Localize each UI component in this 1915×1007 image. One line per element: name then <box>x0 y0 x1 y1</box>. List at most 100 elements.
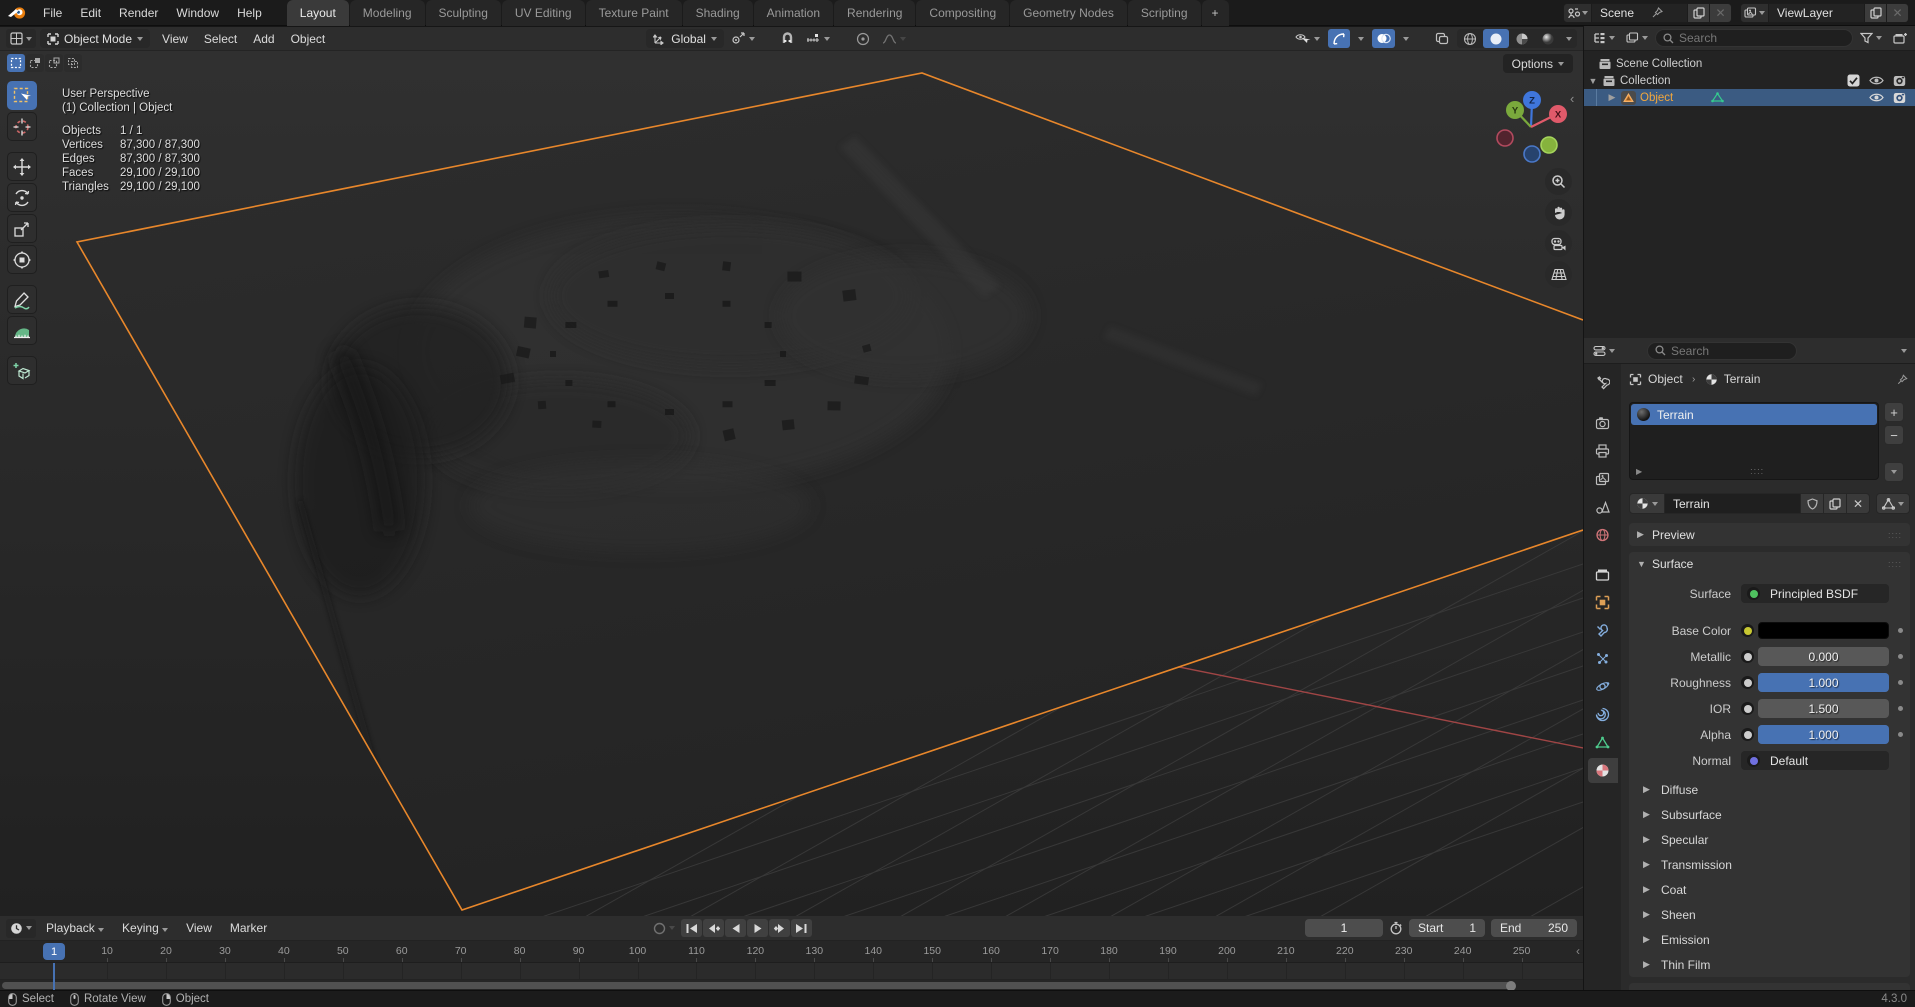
shading-solid-button[interactable] <box>1483 29 1509 48</box>
pivot-point-selector[interactable] <box>728 29 759 48</box>
outliner-search-input[interactable]: Search <box>1655 29 1853 47</box>
proportional-falloff-selector[interactable] <box>878 29 910 48</box>
timeline-view-menu[interactable]: View <box>178 921 220 935</box>
select-mode-new-button[interactable] <box>7 54 25 72</box>
tool-measure[interactable] <box>7 316 37 345</box>
current-frame-badge[interactable]: 1 <box>43 943 65 960</box>
pin-icon[interactable] <box>1897 373 1910 386</box>
tool-rotate[interactable] <box>7 183 37 212</box>
snap-settings-selector[interactable] <box>802 29 834 48</box>
surface-subpanel[interactable]: ▶Sheen <box>1629 902 1910 927</box>
new-collection-button[interactable] <box>1889 29 1911 48</box>
node-tree-button[interactable] <box>1876 493 1910 514</box>
decorator-dot[interactable] <box>1898 628 1903 633</box>
physics-tab[interactable] <box>1588 674 1618 699</box>
snap-toggle-button[interactable] <box>777 29 798 48</box>
metallic-slider[interactable]: 0.000 <box>1758 647 1889 666</box>
workspace-tab[interactable]: Scripting <box>1128 0 1201 26</box>
camera-view-button[interactable] <box>1545 230 1572 257</box>
navigation-gizmo[interactable]: Z Y X <box>1491 86 1571 166</box>
workspace-tab[interactable]: Texture Paint <box>586 0 682 26</box>
expand-chevron-icon[interactable]: ▶ <box>1607 92 1617 103</box>
select-mode-extend-button[interactable] <box>26 54 44 72</box>
gizmo-dropdown[interactable] <box>1354 29 1368 48</box>
tool-cursor[interactable] <box>7 112 37 141</box>
timeline-scrollbar[interactable] <box>0 980 1583 990</box>
play-reverse-button[interactable] <box>725 919 746 937</box>
shading-material-button[interactable] <box>1509 29 1535 48</box>
toggle-ortho-button[interactable] <box>1545 261 1572 288</box>
breadcrumb-object[interactable]: Object <box>1648 372 1683 386</box>
tool-select-box[interactable] <box>7 81 37 110</box>
data-tab[interactable] <box>1588 730 1618 755</box>
viewlayer-delete-button[interactable]: ✕ <box>1887 3 1909 23</box>
timeline-editor-selector[interactable] <box>6 919 36 938</box>
jump-to-end-button[interactable] <box>791 919 812 937</box>
auto-keying-button[interactable] <box>649 919 679 938</box>
shading-wireframe-button[interactable] <box>1457 29 1483 48</box>
transform-orientation-selector[interactable]: Global <box>646 29 724 48</box>
workspace-tab[interactable]: Modeling <box>350 0 425 26</box>
tool-tab[interactable] <box>1588 370 1618 395</box>
shading-dropdown[interactable] <box>1561 29 1577 48</box>
show-overlays-button[interactable] <box>1372 29 1395 48</box>
unlink-material-button[interactable]: ✕ <box>1847 493 1870 514</box>
surface-subpanel[interactable]: ▶Emission <box>1629 927 1910 952</box>
scene-name-field[interactable]: Scene <box>1592 3 1688 23</box>
pin-icon[interactable] <box>1652 7 1663 18</box>
start-frame-field[interactable]: Start1 <box>1409 919 1485 937</box>
outliner-display-mode-selector[interactable] <box>1589 29 1619 48</box>
select-mode-intersect-button[interactable] <box>64 54 82 72</box>
mode-selector[interactable]: Object Mode <box>40 29 150 48</box>
show-gizmo-button[interactable] <box>1328 29 1350 48</box>
ior-slider[interactable]: 1.500 <box>1758 699 1889 718</box>
decorator-dot[interactable] <box>1898 732 1903 737</box>
slot-expand-arrow[interactable]: ▶ <box>1636 467 1642 476</box>
jump-to-start-button[interactable] <box>681 919 702 937</box>
pan-button[interactable] <box>1545 199 1572 226</box>
viewport-menu-item[interactable]: View <box>154 32 196 46</box>
disable-render-camera-icon[interactable] <box>1893 75 1906 87</box>
world-tab[interactable] <box>1588 522 1618 547</box>
viewport-menu-item[interactable]: Object <box>283 32 334 46</box>
fake-user-button[interactable] <box>1801 493 1824 514</box>
marker-menu[interactable]: Marker <box>222 921 275 935</box>
sidebar-collapse-arrow[interactable]: ‹ <box>1570 91 1574 106</box>
outliner-filter-selector[interactable] <box>1622 29 1652 48</box>
particles-tab[interactable] <box>1588 646 1618 671</box>
workspace-tab[interactable]: Rendering <box>834 0 915 26</box>
proportional-editing-button[interactable] <box>852 29 874 48</box>
outliner-row-scene-collection[interactable]: Scene Collection <box>1584 55 1915 72</box>
current-frame-field[interactable]: 1 <box>1305 919 1383 937</box>
constraints-tab[interactable] <box>1588 702 1618 727</box>
material-specials-menu[interactable] <box>1884 462 1904 482</box>
disable-render-camera-icon[interactable] <box>1893 92 1906 104</box>
surface-subpanel[interactable]: ▶Thin Film <box>1629 952 1910 977</box>
collapse-chevron-icon[interactable]: ▼ <box>1588 76 1598 86</box>
viewport-3d[interactable]: Options User Perspective (1) Collection … <box>0 51 1583 916</box>
viewlayer-new-button[interactable] <box>1865 3 1887 23</box>
roughness-slider[interactable]: 1.000 <box>1758 673 1889 692</box>
workspace-tab[interactable]: UV Editing <box>502 0 585 26</box>
surface-subpanel[interactable]: ▶Transmission <box>1629 852 1910 877</box>
options-button[interactable]: Options <box>1503 54 1573 73</box>
object-tab[interactable] <box>1588 590 1618 615</box>
breadcrumb-material[interactable]: Terrain <box>1724 372 1761 386</box>
decorator-dot[interactable] <box>1898 680 1903 685</box>
surface-shader-selector[interactable]: Principled BSDF <box>1741 584 1889 603</box>
gizmo-neg-y-axis[interactable] <box>1541 137 1557 153</box>
browse-material-button[interactable] <box>1629 493 1665 514</box>
viewlayer-name-field[interactable]: ViewLayer <box>1769 3 1865 23</box>
alpha-slider[interactable]: 1.000 <box>1758 725 1889 744</box>
scene-delete-button[interactable]: ✕ <box>1710 3 1732 23</box>
collection-tab[interactable] <box>1588 562 1618 587</box>
menubar-item[interactable]: Help <box>228 0 271 26</box>
menubar-item[interactable]: Window <box>167 0 228 26</box>
surface-subpanel[interactable]: ▶Specular <box>1629 827 1910 852</box>
surface-subpanel[interactable]: ▶Diffuse <box>1629 777 1910 802</box>
playback-menu[interactable]: Playback <box>38 921 112 935</box>
scrollbar-knob[interactable] <box>1506 981 1516 991</box>
hide-eye-icon[interactable] <box>1869 75 1884 86</box>
current-frame-line[interactable] <box>53 963 55 990</box>
overlays-dropdown[interactable] <box>1399 29 1413 48</box>
